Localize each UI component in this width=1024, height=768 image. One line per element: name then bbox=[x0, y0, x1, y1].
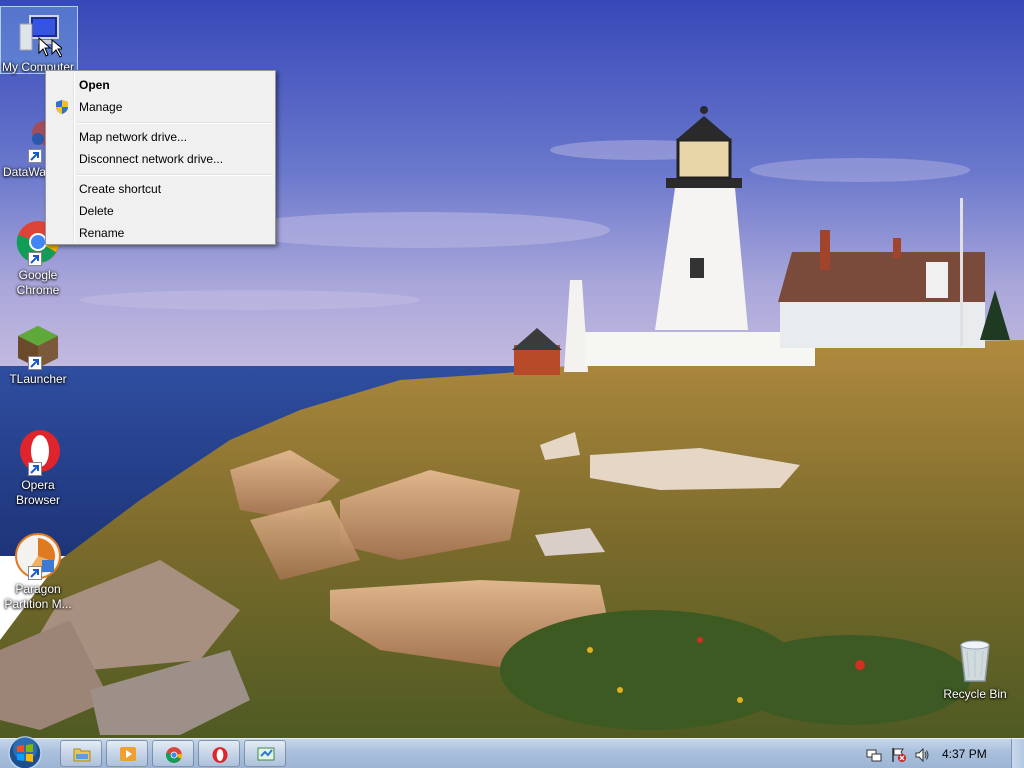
menu-item-label: Create shortcut bbox=[79, 182, 162, 196]
taskbar-explorer-button[interactable] bbox=[60, 740, 102, 767]
menu-separator bbox=[77, 122, 272, 124]
windows-start-orb-icon bbox=[8, 736, 42, 768]
shortcut-arrow-icon bbox=[28, 462, 42, 476]
taskbar-clock[interactable]: 4:37 PM bbox=[942, 739, 987, 768]
menu-item-open[interactable]: Open bbox=[49, 74, 272, 96]
menu-item-manage[interactable]: Manage bbox=[49, 96, 272, 118]
desktop-icon-label: TLauncher bbox=[9, 372, 67, 386]
tlauncher-icon bbox=[14, 322, 62, 370]
context-menu: Open Manage Map network drive... Disconn… bbox=[45, 70, 276, 245]
chrome-icon bbox=[166, 747, 182, 763]
taskbar-paragon-button[interactable] bbox=[244, 740, 286, 767]
taskbar: 4:37 PM bbox=[0, 735, 1024, 768]
desktop-icon-paragon[interactable]: Paragon Partition M... bbox=[0, 532, 76, 612]
volume-icon[interactable] bbox=[914, 747, 930, 763]
recycle-bin-icon bbox=[951, 637, 999, 685]
menu-item-map-network-drive[interactable]: Map network drive... bbox=[49, 126, 272, 148]
desktop-icon-label: Recycle Bin bbox=[943, 687, 1007, 701]
action-center-flag-icon[interactable] bbox=[891, 747, 907, 763]
shortcut-arrow-icon bbox=[28, 356, 42, 370]
paragon-task-icon bbox=[257, 747, 275, 761]
shortcut-arrow-icon bbox=[28, 566, 42, 580]
shortcut-arrow-icon bbox=[28, 252, 42, 266]
menu-item-label: Disconnect network drive... bbox=[79, 152, 224, 166]
desktop-icon-recycle-bin[interactable]: Recycle Bin bbox=[937, 637, 1013, 702]
paragon-icon bbox=[14, 532, 62, 580]
taskbar-opera-button[interactable] bbox=[198, 740, 240, 767]
menu-item-label: Manage bbox=[79, 100, 123, 114]
desktop-icon-opera-browser[interactable]: Opera Browser bbox=[0, 428, 76, 508]
opera-icon bbox=[14, 428, 62, 476]
mouse-cursor-icon bbox=[38, 37, 52, 57]
menu-item-disconnect-network-drive[interactable]: Disconnect network drive... bbox=[49, 148, 272, 170]
opera-icon bbox=[212, 747, 228, 763]
desktop-icon-label: Opera Browser bbox=[15, 478, 60, 507]
desktop[interactable]: My Computer DataWa Google Chrome TLaunch… bbox=[0, 0, 1024, 768]
desktop-icon-label: Google Chrome bbox=[16, 268, 60, 297]
taskbar-media-player-button[interactable] bbox=[106, 740, 148, 767]
menu-item-label: Map network drive... bbox=[79, 130, 188, 144]
menu-item-rename[interactable]: Rename bbox=[49, 222, 272, 244]
desktop-icon-tlauncher[interactable]: TLauncher bbox=[0, 322, 76, 387]
uac-shield-icon bbox=[55, 99, 69, 122]
desktop-icon-label: Paragon Partition M... bbox=[4, 582, 72, 611]
start-button[interactable] bbox=[5, 735, 45, 768]
folder-icon bbox=[73, 748, 91, 762]
shortcut-arrow-icon bbox=[28, 149, 42, 163]
menu-item-label: Open bbox=[79, 78, 110, 92]
menu-separator bbox=[77, 174, 272, 176]
menu-item-label: Delete bbox=[79, 204, 114, 218]
network-icon[interactable] bbox=[866, 747, 882, 763]
taskbar-chrome-button[interactable] bbox=[152, 740, 194, 767]
media-player-icon bbox=[120, 747, 136, 761]
show-desktop-button[interactable] bbox=[1011, 739, 1024, 768]
menu-item-delete[interactable]: Delete bbox=[49, 200, 272, 222]
menu-item-create-shortcut[interactable]: Create shortcut bbox=[49, 178, 272, 200]
menu-item-label: Rename bbox=[79, 226, 125, 240]
